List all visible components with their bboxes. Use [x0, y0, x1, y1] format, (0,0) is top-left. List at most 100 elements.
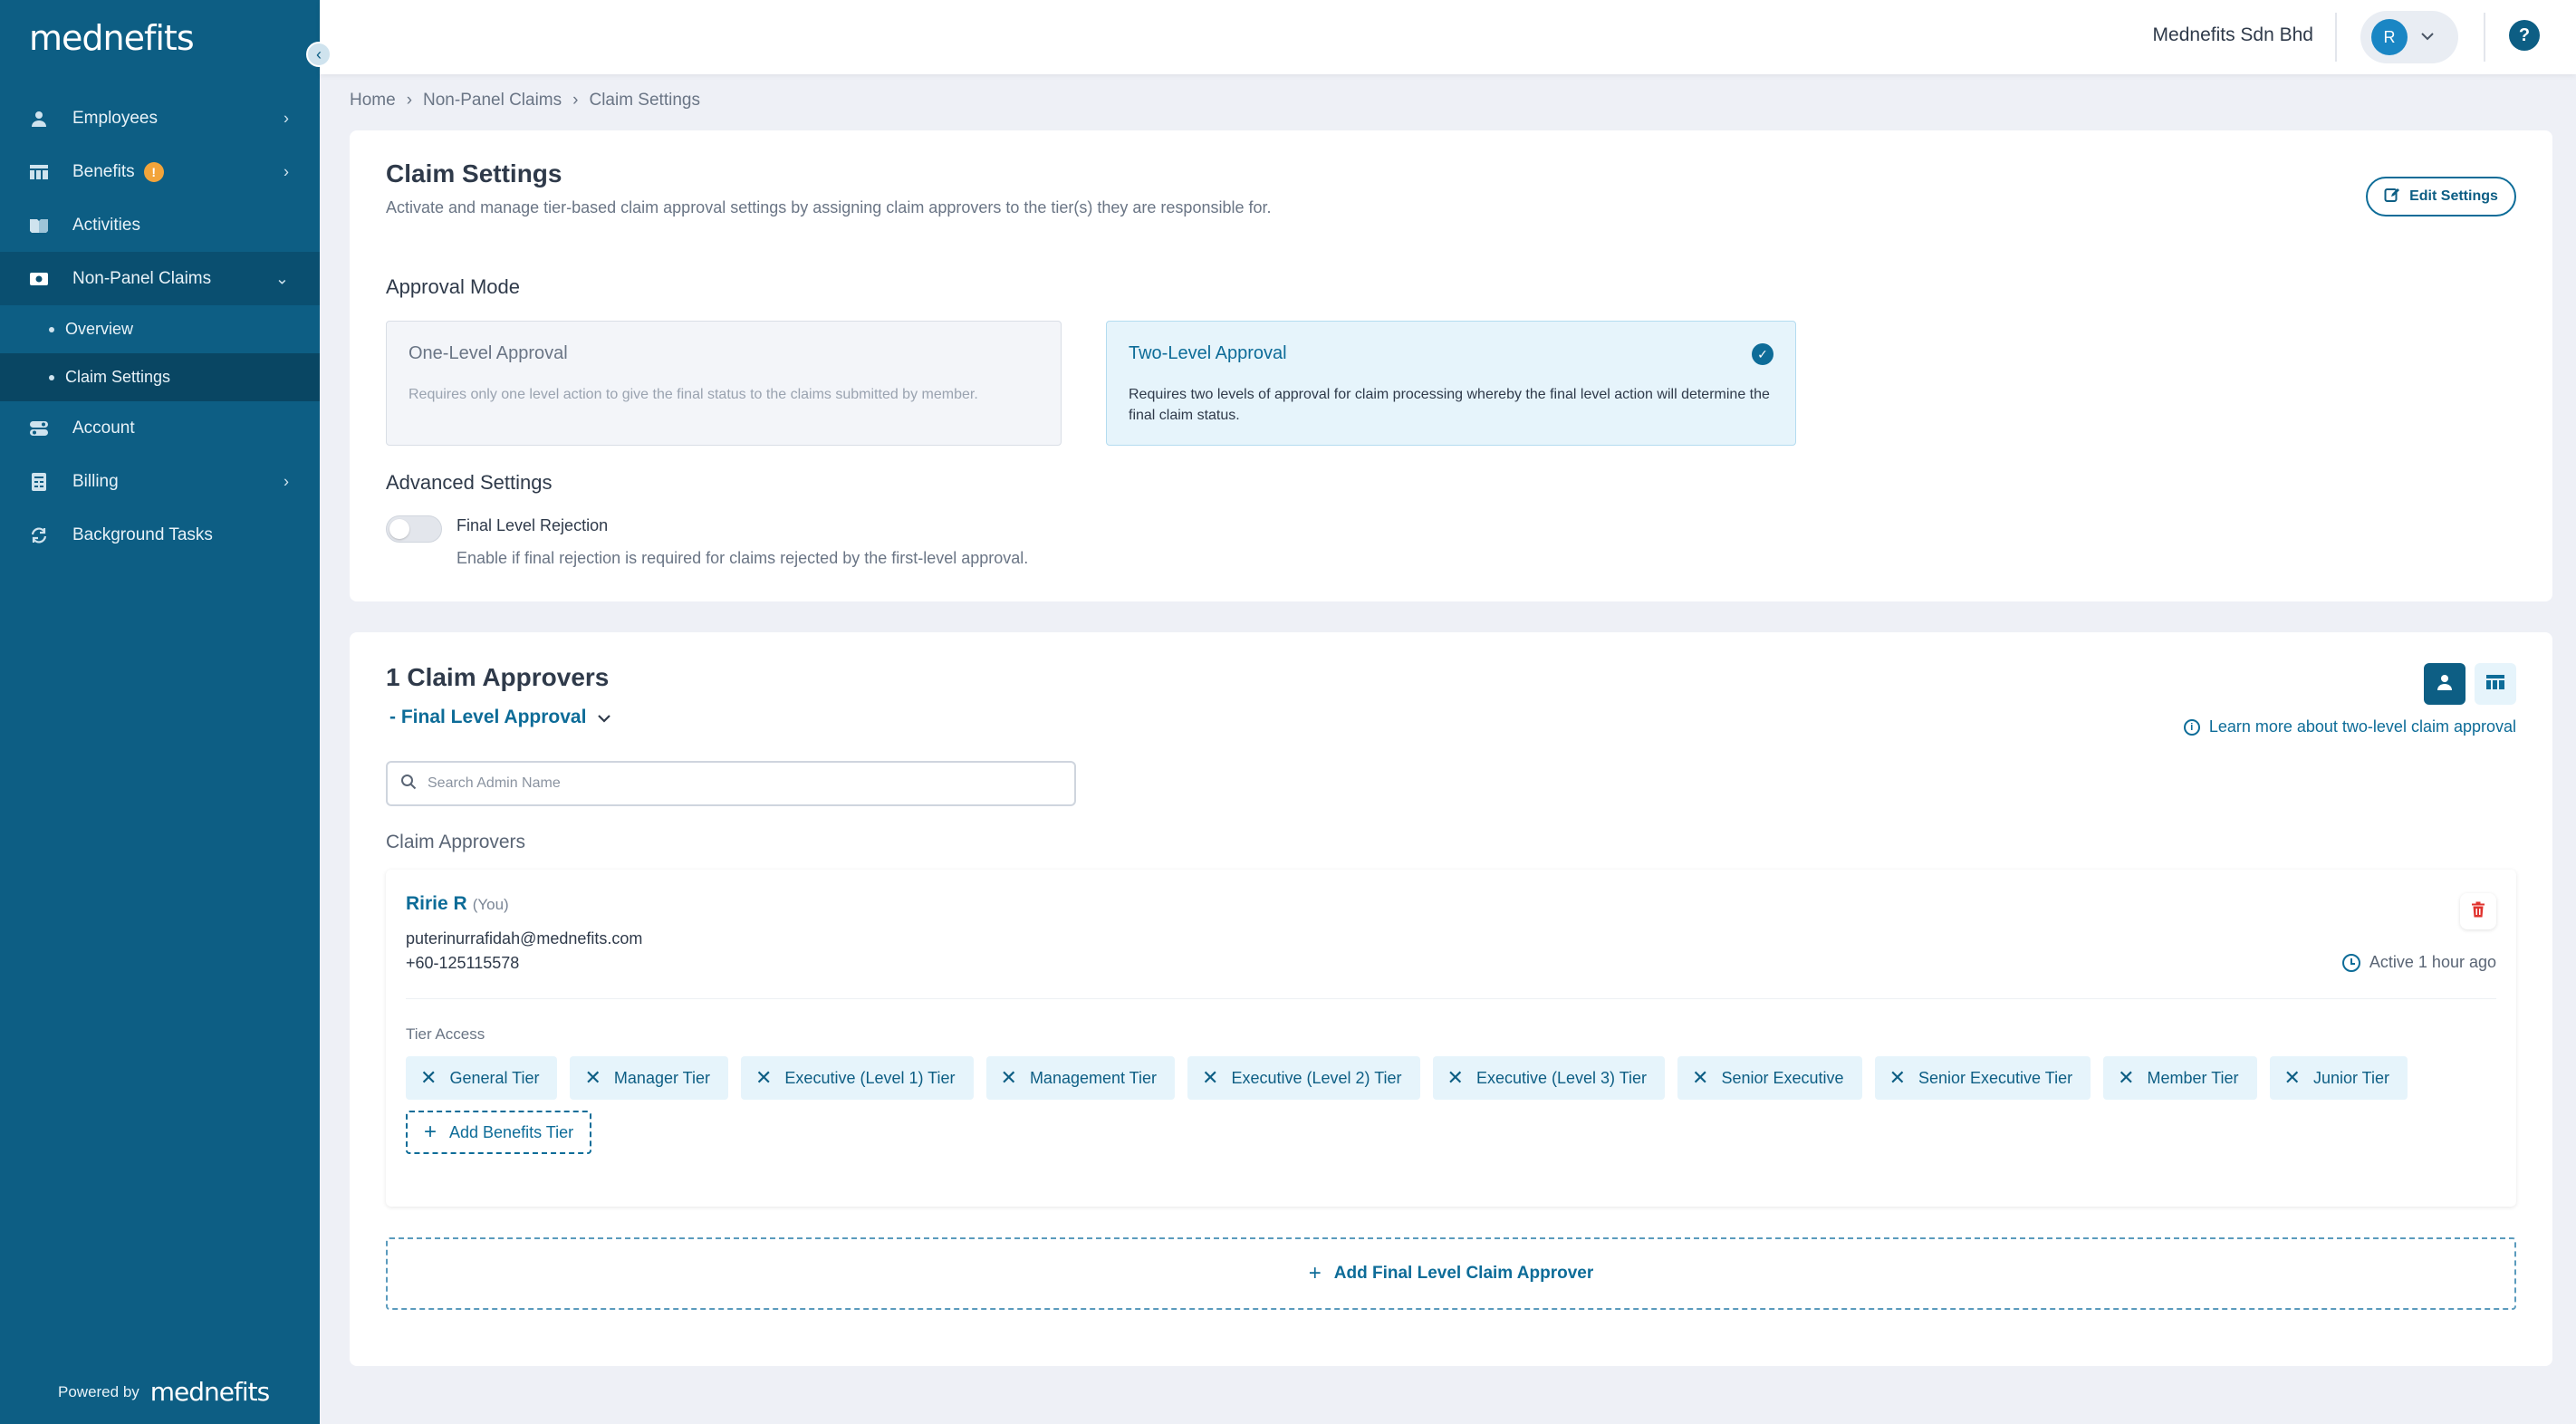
plus-icon: + — [424, 1120, 437, 1144]
chevron-right-icon: › — [284, 109, 289, 127]
help-icon[interactable]: ? — [2509, 20, 2540, 51]
company-name: Mednefits Sdn Bhd — [2152, 24, 2313, 45]
sidebar-item-account[interactable]: Account — [0, 401, 320, 455]
sidebar-item-benefits[interactable]: Benefits ! › — [0, 145, 320, 198]
search-icon — [400, 774, 417, 794]
approvers-title: 1 Claim Approvers — [386, 663, 610, 691]
add-final-level-approver-button[interactable]: + Add Final Level Claim Approver — [386, 1237, 2516, 1310]
remove-tier-icon[interactable]: ✕ — [420, 1066, 437, 1090]
powered-by: Powered by mednefits — [58, 1377, 270, 1407]
sidebar-item-label: Account — [72, 418, 135, 438]
tier-chip: ✕ Member Tier — [2103, 1056, 2257, 1100]
user-menu-button[interactable]: R — [2360, 11, 2458, 63]
tier-chip-label: Senior Executive Tier — [1918, 1068, 2073, 1087]
sidebar-item-label: Billing — [72, 471, 119, 491]
remove-tier-icon[interactable]: ✕ — [755, 1066, 772, 1090]
advanced-settings-title: Advanced Settings — [386, 471, 553, 494]
add-tier-label: Add Benefits Tier — [449, 1122, 574, 1141]
receipt-icon — [27, 472, 51, 492]
header-divider — [2335, 13, 2337, 62]
sidebar-item-billing[interactable]: Billing › — [0, 455, 320, 508]
tier-chip-label: Executive (Level 2) Tier — [1231, 1068, 1402, 1087]
sidebar-item-label: Activities — [72, 215, 140, 235]
sidebar-item-label: Employees — [72, 108, 158, 128]
learn-more-link[interactable]: i Learn more about two-level claim appro… — [2183, 717, 2516, 736]
approver-email: puterinurrafidah@mednefits.com — [406, 929, 643, 948]
add-benefits-tier-button[interactable]: + Add Benefits Tier — [406, 1111, 592, 1154]
chevron-down-icon — [2420, 29, 2435, 45]
toggle-description: Enable if final rejection is required fo… — [457, 549, 1029, 567]
search-admin-input[interactable] — [428, 775, 1043, 792]
edit-settings-button[interactable]: Edit Settings — [2366, 177, 2516, 216]
remove-tier-icon[interactable]: ✕ — [1001, 1066, 1017, 1090]
avatar: R — [2371, 19, 2408, 55]
approval-mode-title: Approval Mode — [386, 275, 520, 298]
remove-tier-icon[interactable]: ✕ — [1202, 1066, 1218, 1090]
info-icon: i — [2183, 718, 2200, 736]
tier-chip: ✕ Junior Tier — [2269, 1056, 2408, 1100]
tier-chip: ✕ Management Tier — [985, 1056, 1176, 1100]
approver-you-tag: (You) — [472, 896, 509, 913]
sidebar-item-label: Non-Panel Claims — [72, 268, 212, 288]
remove-tier-icon[interactable]: ✕ — [2118, 1066, 2134, 1090]
approver-name: Ririe R — [406, 893, 467, 914]
last-active-text: Active 1 hour ago — [2369, 953, 2496, 971]
sidebar-item-background-tasks[interactable]: Background Tasks — [0, 508, 320, 562]
tier-chip-label: Junior Tier — [2312, 1068, 2390, 1087]
person-icon — [2436, 673, 2454, 696]
remove-tier-icon[interactable]: ✕ — [1692, 1066, 1708, 1090]
collapse-sidebar-button[interactable]: ‹ — [306, 42, 332, 67]
tier-chip-label: Manager Tier — [613, 1068, 710, 1087]
breadcrumb-non-panel-claims[interactable]: Non-Panel Claims — [423, 91, 562, 111]
breadcrumb-separator-icon: › — [572, 91, 579, 110]
sidebar-item-activities[interactable]: Activities — [0, 198, 320, 252]
table-view-button[interactable] — [2475, 663, 2516, 705]
approval-level-dropdown[interactable]: - Final Level Approval — [389, 707, 611, 728]
edit-icon — [2384, 187, 2400, 207]
check-circle-icon: ✓ — [1752, 343, 1773, 365]
approval-level-value: - Final Level Approval — [389, 707, 587, 727]
view-toggle — [2424, 663, 2516, 705]
one-level-approval-option[interactable]: One-Level Approval Requires only one lev… — [386, 321, 1062, 446]
tier-chip-label: Executive (Level 3) Tier — [1475, 1068, 1648, 1087]
tier-chip-label: Management Tier — [1029, 1068, 1158, 1087]
chevron-down-icon: ⌄ — [274, 269, 289, 287]
delete-approver-button[interactable] — [2460, 893, 2496, 929]
breadcrumb-claim-settings: Claim Settings — [589, 91, 700, 110]
mednefits-logo[interactable]: mednefits — [29, 18, 195, 58]
page-title: Claim Settings — [386, 159, 562, 188]
remove-tier-icon[interactable]: ✕ — [2284, 1066, 2301, 1090]
two-level-approval-option[interactable]: Two-Level Approval Requires two levels o… — [1106, 321, 1796, 446]
sidebar-subitem-claim-settings[interactable]: Claim Settings — [0, 353, 320, 401]
top-header: Mednefits Sdn Bhd R ? — [320, 0, 2576, 74]
claim-approvers-card: 1 Claim Approvers - Final Level Approval… — [350, 632, 2552, 1366]
person-icon — [27, 109, 51, 129]
table-icon — [27, 162, 51, 182]
tier-chip-label: Senior Executive — [1721, 1068, 1844, 1087]
claim-approvers-label: Claim Approvers — [386, 832, 526, 852]
breadcrumb-home[interactable]: Home — [350, 91, 396, 111]
add-final-label: Add Final Level Claim Approver — [1333, 1264, 1594, 1283]
chevron-left-icon: ‹ — [316, 44, 322, 63]
card-view-button[interactable] — [2424, 663, 2465, 705]
sidebar-item-employees[interactable]: Employees › — [0, 91, 320, 145]
sidebar-subitem-overview[interactable]: Overview — [0, 305, 320, 353]
mode-title: One-Level Approval — [409, 343, 568, 363]
remove-tier-icon[interactable]: ✕ — [584, 1066, 601, 1090]
chevron-down-icon — [597, 707, 611, 728]
wallet-icon — [27, 269, 51, 289]
toggle-icon — [27, 419, 51, 438]
claim-settings-card: Claim Settings Activate and manage tier-… — [350, 130, 2552, 601]
edit-settings-label: Edit Settings — [2409, 188, 2498, 204]
plus-icon: + — [1308, 1261, 1322, 1285]
tier-chip-label: Executive (Level 1) Tier — [784, 1068, 956, 1087]
breadcrumb: Home › Non-Panel Claims › Claim Settings — [350, 91, 700, 111]
remove-tier-icon[interactable]: ✕ — [1447, 1066, 1464, 1090]
final-level-rejection-toggle[interactable] — [386, 515, 442, 543]
divider — [406, 998, 2496, 999]
sidebar-item-non-panel-claims[interactable]: Non-Panel Claims ⌄ — [0, 252, 320, 305]
tier-chip: ✕ Senior Executive — [1677, 1056, 1862, 1100]
learn-more-label: Learn more about two-level claim approva… — [2208, 717, 2516, 736]
trash-icon — [2471, 901, 2485, 922]
remove-tier-icon[interactable]: ✕ — [1889, 1066, 1906, 1090]
